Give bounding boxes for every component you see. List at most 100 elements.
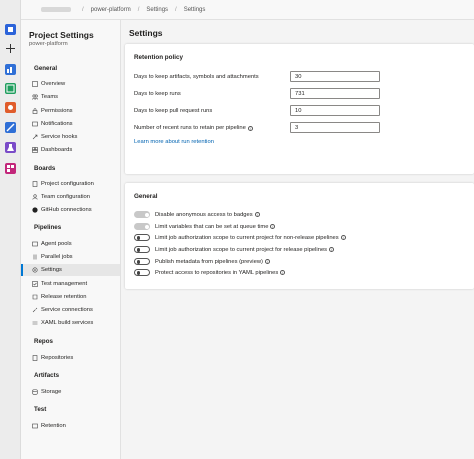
repos-icon[interactable] (5, 102, 16, 113)
learn-more-retention-link[interactable]: Learn more about run retention (134, 139, 214, 145)
release-retention-icon (32, 294, 38, 300)
organization-crumb[interactable] (41, 7, 71, 12)
azure-devops-logo-icon[interactable] (5, 24, 16, 35)
sidebar-item-label: Parallel jobs (41, 254, 73, 260)
sidebar-item-service-connections[interactable]: Service connections (32, 304, 120, 316)
sidebar-title: Project Settings (29, 30, 94, 40)
document-icon (32, 181, 38, 187)
info-icon[interactable]: i (340, 235, 346, 240)
sidebar-item-parallel-jobs[interactable]: Parallel jobs (32, 251, 120, 263)
info-icon[interactable]: i (329, 247, 335, 252)
sidebar-item-label: Project configuration (41, 181, 94, 187)
pr-runs-days-input[interactable]: 10 (290, 105, 380, 116)
agent-pools-icon (32, 241, 38, 247)
section-pipelines: Pipelines (34, 224, 62, 231)
section-repos: Repos (34, 338, 53, 345)
sidebar-item-repositories[interactable]: Repositories (32, 352, 120, 364)
sidebar-item-github-connections[interactable]: GitHub connections (32, 204, 120, 216)
sidebar-item-label: Overview (41, 81, 66, 87)
info-icon[interactable]: i (270, 224, 276, 229)
artifacts-days-input[interactable]: 30 (290, 71, 380, 82)
repository-icon (32, 355, 38, 361)
sidebar-item-service-hooks[interactable]: Service hooks (32, 131, 120, 143)
storage-icon (32, 389, 38, 395)
sidebar-item-storage[interactable]: Storage (32, 386, 120, 398)
toggle-row: Limit job authorization scope to current… (134, 246, 335, 253)
artifacts-icon[interactable] (5, 163, 16, 174)
toggle-row: Publish metadata from pipelines (preview… (134, 258, 270, 265)
info-icon[interactable]: i (264, 259, 270, 264)
toggle-label: Limit variables that can be set at queue… (155, 223, 269, 230)
sidebar-item-settings[interactable]: Settings (21, 264, 120, 276)
section-general: General (34, 65, 58, 72)
breadcrumb-separator: / (137, 6, 140, 13)
overview-icon (32, 81, 38, 87)
limit-queue-variables-toggle[interactable] (134, 223, 150, 230)
sidebar-item-label: XAML build services (41, 320, 94, 326)
breadcrumb-separator: / (175, 6, 177, 13)
sidebar-item-xaml-build-services[interactable]: XAML build services (32, 317, 120, 329)
sidebar-item-notifications[interactable]: Notifications (32, 118, 120, 130)
info-icon[interactable]: i (280, 270, 286, 275)
protect-repo-access-toggle[interactable] (134, 269, 150, 276)
recent-runs-label-text: Number of recent runs to retain per pipe… (134, 125, 246, 131)
sidebar-item-retention[interactable]: Retention (32, 420, 120, 432)
hook-icon (32, 134, 38, 140)
toggle-row: Disable anonymous access to badges i (134, 211, 260, 218)
sidebar-item-overview[interactable]: Overview (32, 78, 120, 90)
sidebar-item-label: Release retention (41, 294, 87, 300)
plus-icon[interactable] (5, 43, 16, 54)
info-icon[interactable]: i (247, 125, 253, 131)
github-icon (32, 207, 38, 213)
publish-metadata-toggle[interactable] (134, 258, 150, 265)
sidebar-item-teams[interactable]: Teams (32, 91, 120, 103)
test-plans-icon[interactable] (5, 142, 16, 153)
breadcrumb-project[interactable]: power-platform (91, 7, 131, 13)
boards-icon[interactable] (5, 83, 16, 94)
sidebar-item-label: Notifications (41, 121, 73, 127)
sidebar-item-label: Settings (41, 267, 62, 273)
teams-icon (32, 94, 38, 100)
retention-icon (32, 423, 38, 429)
parallel-jobs-icon (32, 254, 38, 260)
info-icon[interactable]: i (254, 212, 260, 217)
sidebar-item-dashboards[interactable]: Dashboards (32, 144, 120, 156)
sidebar-item-label: Storage (41, 389, 62, 395)
retention-policy-card: Retention policy Days to keep artifacts,… (125, 44, 474, 174)
sidebar-item-release-retention[interactable]: Release retention (32, 291, 120, 303)
sidebar-item-label: Service connections (41, 307, 93, 313)
plug-icon (32, 307, 38, 313)
general-settings-card: General Disable anonymous access to badg… (125, 183, 474, 289)
disable-anonymous-badges-toggle[interactable] (134, 211, 150, 218)
sidebar-item-label: Retention (41, 423, 66, 429)
top-bar: / power-platform / Settings / Settings (21, 0, 474, 20)
project-settings-sidebar: Project Settings power-platform General … (21, 20, 121, 459)
sidebar-item-label: Dashboards (41, 147, 73, 153)
sidebar-item-permissions[interactable]: Permissions (32, 105, 120, 117)
sidebar-item-label: Service hooks (41, 134, 78, 140)
limit-scope-release-toggle[interactable] (134, 246, 150, 253)
breadcrumb-page[interactable]: Settings (184, 7, 206, 13)
sidebar-item-agent-pools[interactable]: Agent pools (32, 238, 120, 250)
overview-icon[interactable] (5, 64, 16, 75)
page-title: Settings (129, 28, 163, 38)
test-management-icon (32, 281, 38, 287)
toggle-label: Publish metadata from pipelines (preview… (155, 258, 263, 265)
retention-policy-title: Retention policy (134, 54, 183, 61)
pipelines-icon[interactable] (5, 122, 16, 133)
recent-runs-label: Number of recent runs to retain per pipe… (134, 125, 253, 131)
section-boards: Boards (34, 165, 56, 172)
sidebar-item-test-management[interactable]: Test management (32, 278, 120, 290)
sidebar-item-label: Test management (41, 281, 88, 287)
sidebar-item-team-configuration[interactable]: Team configuration (32, 191, 120, 203)
toggle-label: Limit job authorization scope to current… (155, 234, 339, 241)
limit-scope-non-release-toggle[interactable] (134, 234, 150, 241)
runs-days-input[interactable]: 731 (290, 88, 380, 99)
sidebar-item-project-configuration[interactable]: Project configuration (32, 178, 120, 190)
left-rail (0, 0, 21, 459)
toggle-row: Limit variables that can be set at queue… (134, 223, 276, 230)
breadcrumb-section[interactable]: Settings (146, 7, 168, 13)
toggle-row: Limit job authorization scope to current… (134, 234, 346, 241)
recent-runs-input[interactable]: 3 (290, 122, 380, 133)
section-artifacts: Artifacts (34, 372, 60, 379)
